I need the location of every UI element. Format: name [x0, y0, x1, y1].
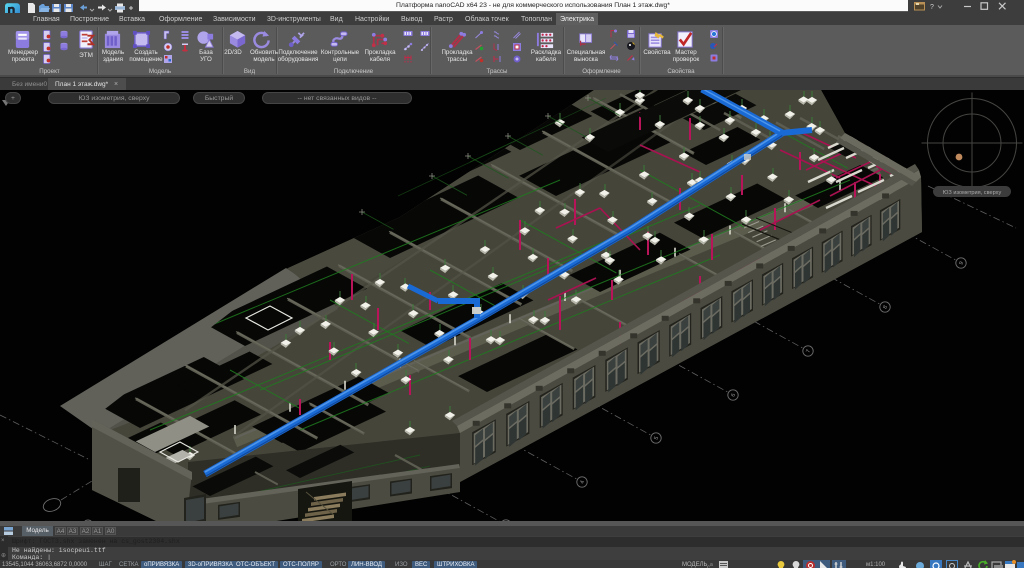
svg-text:?: ? [930, 4, 934, 11]
svg-text:ЮЗ изометрия, сверху: ЮЗ изометрия, сверху [943, 190, 1002, 196]
